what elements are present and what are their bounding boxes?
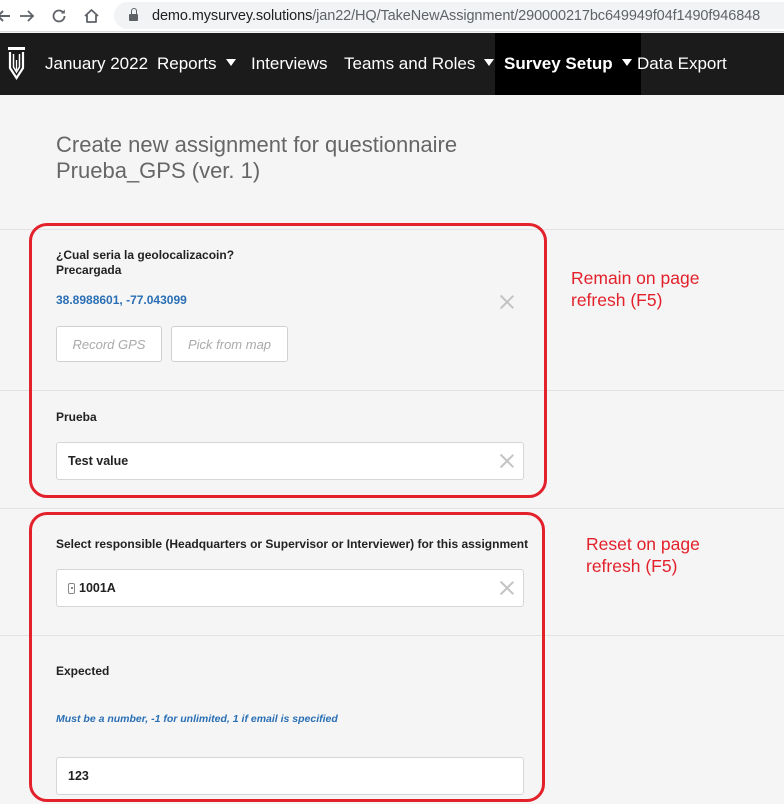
nav-item-teams-and-roles[interactable]: Teams and Roles (344, 33, 495, 95)
nav-item-label: Data Export (637, 54, 727, 73)
nav-item-label: Teams and Roles (344, 54, 476, 73)
forward-arrow-icon[interactable] (17, 6, 37, 26)
url-text: demo.mysurvey.solutions/jan22/HQ/TakeNew… (152, 8, 760, 24)
survey-solutions-logo-icon[interactable] (7, 46, 27, 82)
annotation-box-remain (29, 223, 547, 498)
nav-item-survey-setup[interactable]: Survey Setup (495, 33, 641, 95)
nav-item-label: Survey Setup (504, 54, 613, 73)
annotation-box-reset (29, 512, 545, 802)
annotation-remain-text: Remain on page refresh (F5) (571, 268, 700, 310)
annotation-reset-text: Reset on page refresh (F5) (586, 534, 700, 576)
lock-icon (129, 8, 138, 21)
home-icon[interactable] (81, 6, 101, 26)
url-host: demo.mysurvey.solutions (152, 7, 313, 24)
nav-item-reports[interactable]: Reports (157, 33, 236, 95)
back-arrow-icon[interactable] (0, 6, 14, 26)
caret-down-icon (621, 59, 632, 67)
address-bar[interactable]: demo.mysurvey.solutions/jan22/HQ/TakeNew… (114, 2, 784, 29)
caret-down-icon (225, 59, 236, 67)
page-title: Create new assignment for questionnaire … (56, 132, 458, 183)
nav-item-label: January 2022 (45, 54, 149, 73)
nav-item-data-export[interactable]: Data Export (637, 33, 727, 95)
nav-item-label: Interviews (251, 54, 328, 73)
reload-icon[interactable] (49, 6, 69, 26)
caret-down-icon (484, 59, 495, 67)
browser-toolbar: demo.mysurvey.solutions/jan22/HQ/TakeNew… (0, 0, 784, 32)
top-navigation: January 2022 Reports Interviews Teams an… (0, 33, 784, 95)
nav-item-date[interactable]: January 2022 (45, 33, 148, 95)
nav-item-interviews[interactable]: Interviews (251, 33, 328, 95)
nav-item-label: Reports (157, 54, 217, 73)
url-path: /jan22/HQ/TakeNewAssignment/290000217bc6… (312, 7, 761, 24)
divider (0, 508, 784, 509)
